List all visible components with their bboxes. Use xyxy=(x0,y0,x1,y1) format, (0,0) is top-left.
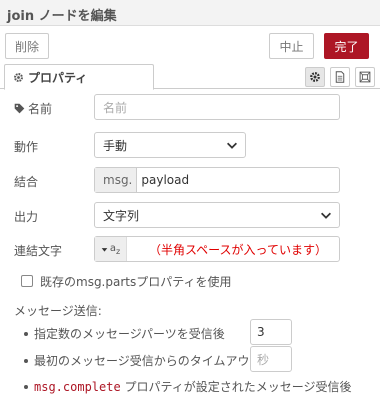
output-select[interactable]: 文字列 xyxy=(94,202,340,228)
joiner-note: （半角スペースが入っています） xyxy=(149,242,327,257)
appearance-tab-button[interactable] xyxy=(355,67,375,87)
tag-icon xyxy=(14,103,25,114)
dialog-title: join ノードを編集 xyxy=(0,0,380,26)
tab-properties[interactable]: プロパティ xyxy=(4,64,154,90)
send-timeout-label: 最初のメッセージ受信からのタイムアウト後 xyxy=(34,354,274,368)
output-label: 出力 xyxy=(14,210,39,224)
msg-complete-code: msg.complete xyxy=(34,380,121,394)
send-heading: メッセージ送信: xyxy=(14,304,102,318)
tab-bar: プロパティ xyxy=(0,64,380,90)
settings-tab-button[interactable] xyxy=(305,67,325,87)
delete-button[interactable]: 削除 xyxy=(5,33,49,59)
done-button[interactable]: 完了 xyxy=(324,33,369,59)
bullet-dot xyxy=(24,384,28,389)
send-count-label: 指定数のメッセージパーツを受信後 xyxy=(34,327,225,341)
joiner-input[interactable]: az （半角スペースが入っています） xyxy=(94,236,340,262)
timeout-input[interactable]: 秒 xyxy=(250,346,292,372)
timeout-placeholder: 秒 xyxy=(257,352,270,367)
combine-label: 結合 xyxy=(14,175,39,189)
gear-icon xyxy=(310,72,320,82)
name-input[interactable]: 名前 xyxy=(94,94,340,120)
combine-value: payload xyxy=(141,173,190,187)
send-timeout-item: 最初のメッセージ受信からのタイムアウト後 xyxy=(24,352,274,369)
mode-label: 動作 xyxy=(14,140,39,154)
bullet-dot xyxy=(24,331,28,336)
combine-input[interactable]: msg. payload xyxy=(94,167,340,193)
joiner-label: 連結文字 xyxy=(14,244,63,258)
document-icon xyxy=(335,71,345,83)
appearance-icon xyxy=(359,71,371,83)
caret-down-icon xyxy=(101,247,108,252)
msg-prefix[interactable]: msg. xyxy=(95,168,138,192)
output-value: 文字列 xyxy=(103,208,140,223)
bullet-dot xyxy=(24,358,28,363)
send-count-item: 指定数のメッセージパーツを受信後 xyxy=(24,325,225,342)
name-label-text: 名前 xyxy=(28,102,53,116)
chevron-down-icon xyxy=(321,212,331,219)
send-complete-item: msg.complete プロパティが設定されたメッセージ受信後 xyxy=(24,378,352,395)
count-input[interactable]: 3 xyxy=(250,319,292,345)
description-tab-button[interactable] xyxy=(330,67,350,87)
count-value: 3 xyxy=(257,325,265,339)
name-label: 名前 xyxy=(14,100,52,117)
chevron-down-icon xyxy=(227,142,237,149)
use-parts-label: 既存のmsg.partsプロパティを使用 xyxy=(40,275,232,289)
gear-icon xyxy=(14,72,23,82)
use-parts-checkbox[interactable] xyxy=(21,275,33,287)
string-type-button[interactable]: az xyxy=(95,237,127,261)
mode-select[interactable]: 手動 xyxy=(94,132,246,158)
send-complete-label: プロパティが設定されたメッセージ受信後 xyxy=(120,380,352,394)
tab-properties-label: プロパティ xyxy=(28,70,88,85)
cancel-button[interactable]: 中止 xyxy=(269,33,314,59)
name-placeholder: 名前 xyxy=(103,100,128,115)
string-type-icon: az xyxy=(109,243,121,256)
mode-value: 手動 xyxy=(103,138,128,153)
